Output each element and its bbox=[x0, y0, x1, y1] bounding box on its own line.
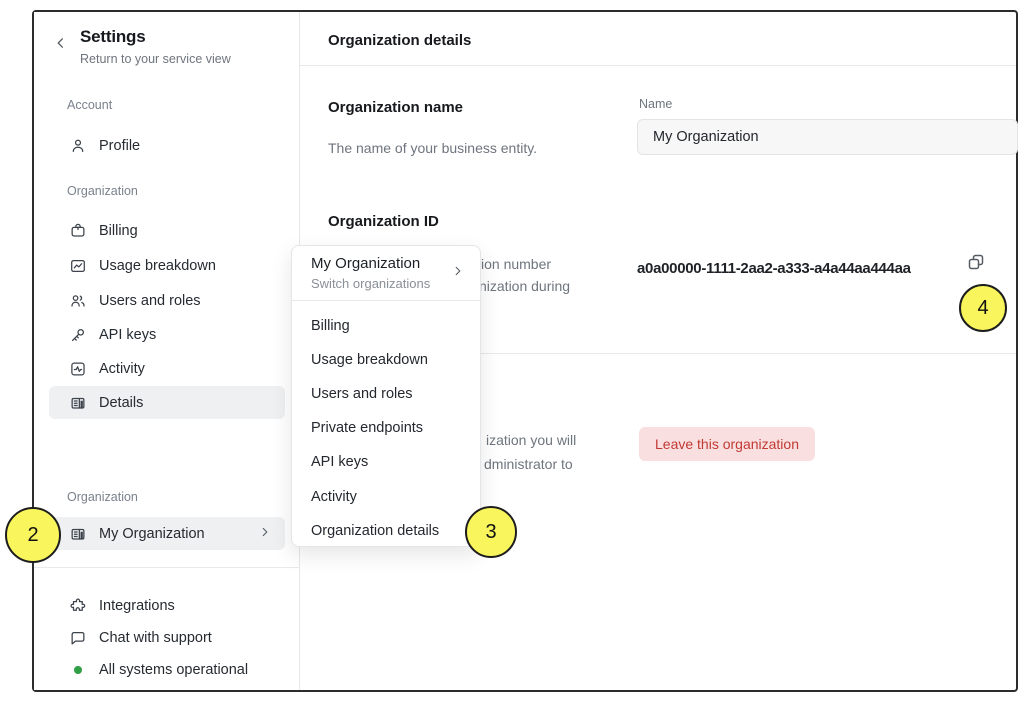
sidebar-item-label: Profile bbox=[99, 138, 140, 154]
chevron-right-icon bbox=[259, 526, 271, 542]
puzzle-icon bbox=[69, 597, 87, 615]
sidebar-item-profile[interactable]: Profile bbox=[49, 129, 285, 162]
sidebar-item-label: Activity bbox=[99, 361, 145, 377]
sidebar-subtitle[interactable]: Return to your service view bbox=[80, 52, 231, 66]
dropdown-header-my-organization[interactable]: My Organization Switch organizations bbox=[292, 246, 480, 300]
back-chevron-icon[interactable] bbox=[54, 36, 70, 52]
sidebar-item-billing[interactable]: Billing bbox=[49, 214, 285, 247]
building-icon bbox=[69, 525, 87, 543]
dropdown-item-usage-breakdown[interactable]: Usage breakdown bbox=[292, 343, 480, 377]
dropdown-item-activity[interactable]: Activity bbox=[292, 480, 480, 514]
users-icon bbox=[69, 292, 87, 310]
chat-bubble-icon bbox=[69, 629, 87, 647]
organization-name-input[interactable] bbox=[637, 119, 1018, 155]
annotation-badge-2: 2 bbox=[5, 507, 61, 563]
org-id-description-fragment: ion number bbox=[481, 256, 551, 272]
dropdown-title: My Organization bbox=[311, 255, 420, 272]
sidebar-item-label: All systems operational bbox=[99, 662, 248, 678]
dropdown-item-api-keys[interactable]: API keys bbox=[292, 445, 480, 479]
building-icon bbox=[69, 394, 87, 412]
dropdown-item-users-and-roles[interactable]: Users and roles bbox=[292, 377, 480, 411]
usage-chart-icon bbox=[69, 257, 87, 275]
sidebar-item-integrations[interactable]: Integrations bbox=[49, 589, 285, 622]
copy-icon[interactable] bbox=[963, 249, 989, 275]
annotation-badge-4: 4 bbox=[959, 284, 1007, 332]
sidebar-item-details[interactable]: Details bbox=[49, 386, 285, 419]
header-divider bbox=[300, 65, 1016, 66]
page-title: Organization details bbox=[328, 32, 471, 49]
annotation-badge-3: 3 bbox=[465, 506, 517, 558]
sidebar-item-label: Usage breakdown bbox=[99, 258, 216, 274]
sidebar-divider bbox=[34, 567, 300, 568]
section-label-organization-switcher: Organization bbox=[67, 490, 138, 504]
app-window: Settings Return to your service view Acc… bbox=[32, 10, 1018, 692]
sidebar-item-label: Users and roles bbox=[99, 293, 201, 309]
sidebar-item-label: Chat with support bbox=[99, 630, 212, 646]
billing-icon bbox=[69, 222, 87, 240]
activity-icon bbox=[69, 360, 87, 378]
leave-description-fragment: ization you will bbox=[486, 432, 576, 448]
sidebar-item-usage-breakdown[interactable]: Usage breakdown bbox=[49, 249, 285, 282]
sidebar-item-chat-support[interactable]: Chat with support bbox=[49, 621, 285, 654]
org-name-description: The name of your business entity. bbox=[328, 140, 537, 156]
leave-organization-button[interactable]: Leave this organization bbox=[639, 427, 815, 461]
dropdown-subtitle: Switch organizations bbox=[311, 276, 430, 291]
sidebar-item-label: Billing bbox=[99, 223, 138, 239]
sidebar-item-label: My Organization bbox=[99, 526, 205, 542]
leave-description-fragment: dministrator to bbox=[484, 456, 573, 472]
name-field-label: Name bbox=[639, 97, 672, 111]
dropdown-item-private-endpoints[interactable]: Private endpoints bbox=[292, 411, 480, 445]
organization-id-value: a0a00000-1111-2aa2-a333-a4a44aa444aa bbox=[637, 260, 911, 277]
dropdown-item-organization-details[interactable]: Organization details bbox=[292, 514, 480, 548]
sidebar-item-label: Details bbox=[99, 395, 143, 411]
settings-sidebar: Settings Return to your service view Acc… bbox=[34, 12, 300, 690]
sidebar-item-activity[interactable]: Activity bbox=[49, 352, 285, 385]
sidebar-item-label: Integrations bbox=[99, 598, 175, 614]
org-id-description-fragment: nization during bbox=[479, 278, 570, 294]
org-id-heading: Organization ID bbox=[328, 213, 439, 230]
sidebar-item-label: API keys bbox=[99, 327, 156, 343]
dropdown-divider bbox=[292, 300, 480, 301]
person-icon bbox=[69, 137, 87, 155]
chevron-right-icon bbox=[452, 264, 464, 282]
sidebar-item-system-status[interactable]: All systems operational bbox=[49, 653, 285, 686]
section-label-account: Account bbox=[67, 98, 112, 112]
sidebar-title: Settings bbox=[80, 27, 231, 47]
key-icon bbox=[69, 326, 87, 344]
sidebar-item-api-keys[interactable]: API keys bbox=[49, 318, 285, 351]
org-name-heading: Organization name bbox=[328, 99, 463, 116]
section-label-organization: Organization bbox=[67, 184, 138, 198]
dropdown-item-billing[interactable]: Billing bbox=[292, 309, 480, 343]
sidebar-item-users-and-roles[interactable]: Users and roles bbox=[49, 284, 285, 317]
organization-dropdown-menu: My Organization Switch organizations Bil… bbox=[291, 245, 481, 547]
status-dot-icon bbox=[69, 661, 87, 679]
sidebar-item-my-organization[interactable]: My Organization bbox=[49, 517, 285, 550]
